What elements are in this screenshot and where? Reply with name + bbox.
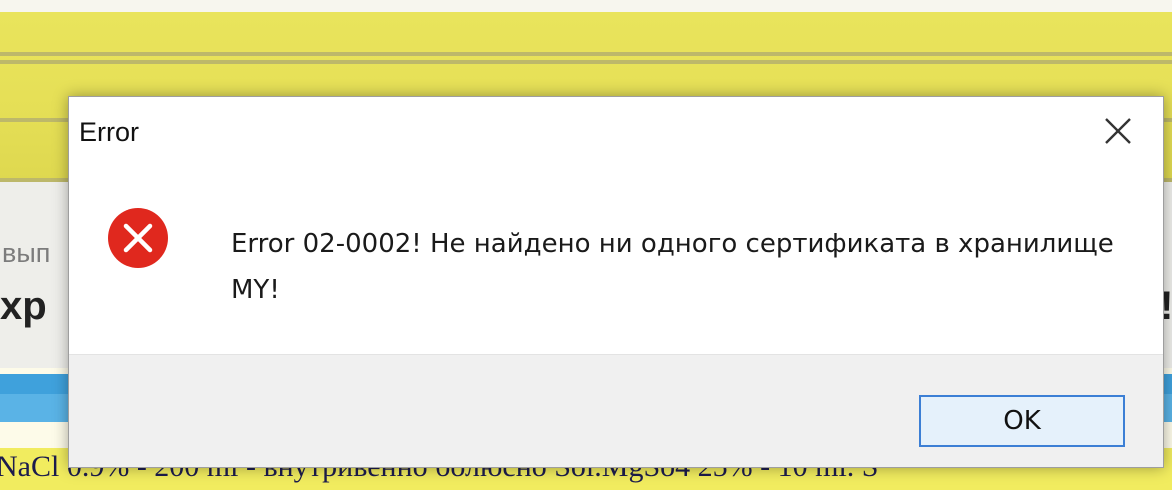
background-divider <box>0 52 1172 56</box>
background-divider <box>0 60 1172 64</box>
dialog-message: Error 02-0002! Не найдено ни одного серт… <box>231 229 1114 305</box>
screen: вып хр ! NaCl 0.9% - 200 ml - внутривенн… <box>0 0 1172 490</box>
error-dialog: Error Error 02-0002! Не найдено ни одног… <box>68 96 1164 468</box>
ok-button[interactable]: OK <box>919 395 1125 447</box>
dialog-title: Error <box>79 117 139 147</box>
error-icon <box>108 208 168 268</box>
close-icon <box>1105 118 1131 144</box>
dialog-footer: OK <box>69 354 1163 467</box>
close-button[interactable] <box>1095 111 1141 151</box>
background-label-big: хр <box>0 284 47 328</box>
background-label-small: вып <box>2 238 51 268</box>
background-top-strip <box>0 0 1172 12</box>
